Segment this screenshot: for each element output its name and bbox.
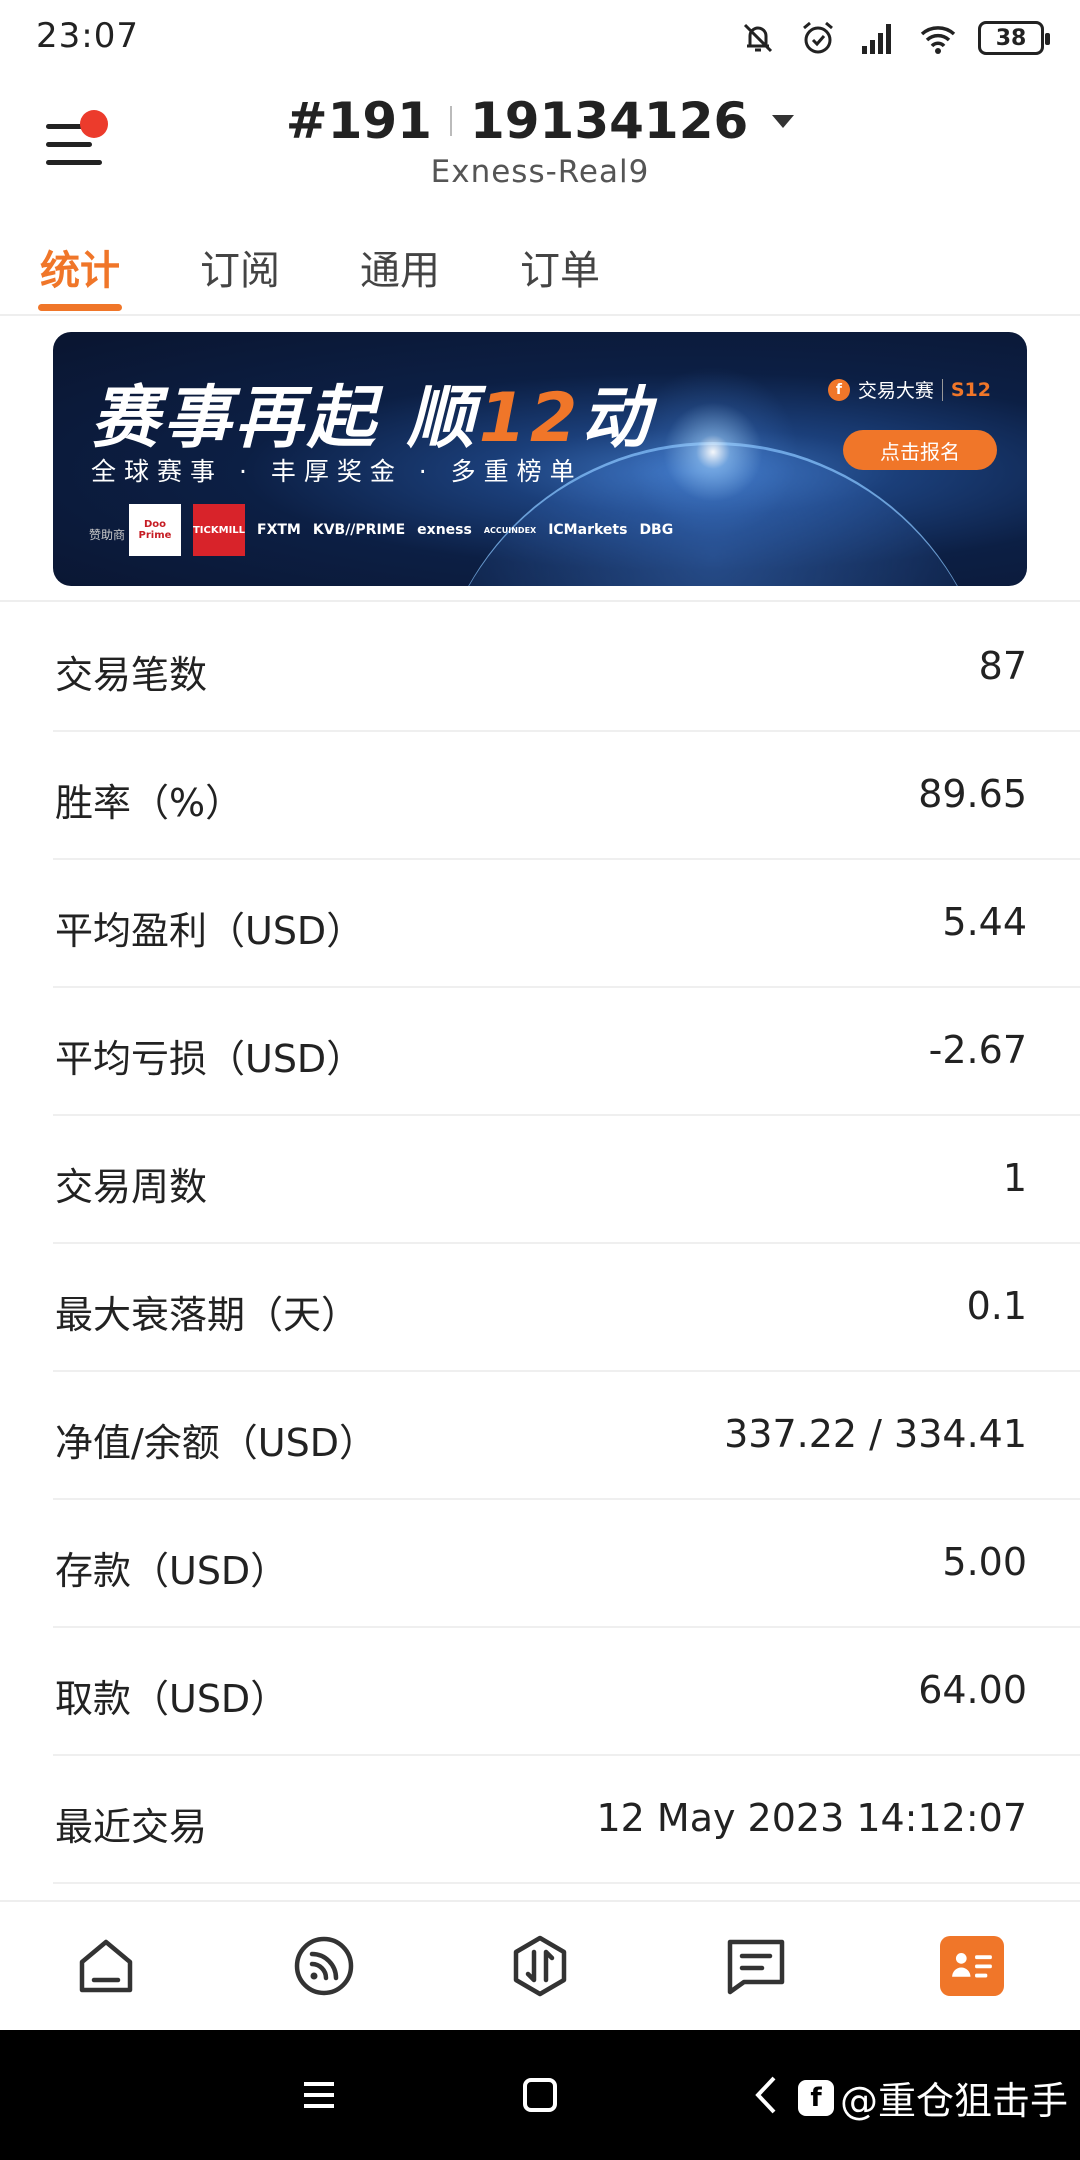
nav-news[interactable]: [720, 1930, 792, 2002]
tab-bar: 统计 订阅 通用 订单: [0, 232, 1080, 312]
watermark-text: @重仓狙击手: [839, 2079, 1068, 2123]
alarm-icon: [803, 21, 833, 54]
stat-row: 交易笔数 87: [53, 604, 1080, 732]
nav-profile[interactable]: [940, 1936, 1004, 1996]
sponsor-logo: ICMarkets: [548, 522, 628, 538]
account-prefix: #191: [285, 92, 432, 150]
nav-home[interactable]: [70, 1930, 142, 2002]
tab-subscribe[interactable]: 订阅: [200, 232, 280, 302]
contest-name: 交易大赛: [857, 380, 934, 402]
server-name: Exness-Real9: [430, 154, 650, 190]
sponsor-logo: TICKMILL: [193, 504, 245, 556]
stat-label: 存款（USD）: [55, 1549, 289, 1593]
sponsor-logos: Doo Prime TICKMILL FXTM KVB//PRIME exnes…: [129, 504, 673, 556]
back-icon[interactable]: [742, 2070, 792, 2120]
stat-value: 5.00: [942, 1540, 1027, 1584]
divider: [0, 314, 1080, 316]
banner-headline-c: 动: [581, 379, 654, 458]
sponsor-logo: KVB//PRIME: [312, 522, 406, 538]
status-icons: 38: [738, 18, 1050, 58]
banner-headline-number: 12: [478, 379, 582, 458]
account-separator: [449, 106, 452, 136]
signup-button[interactable]: 点击报名: [843, 430, 997, 470]
stat-label: 交易笔数: [55, 653, 208, 697]
stat-value: 5.44: [942, 900, 1027, 944]
stat-label: 交易周数: [55, 1165, 208, 1209]
caret-down-icon[interactable]: [772, 114, 795, 128]
account-number: 19134126: [469, 92, 749, 150]
stat-row: 净值/余额（USD） 337.22 / 334.41: [53, 1372, 1080, 1500]
stat-label: 平均亏损（USD）: [55, 1037, 365, 1081]
trade-icon: [513, 1935, 567, 1997]
brand-logo-icon: f: [827, 378, 850, 401]
sponsor-logo: ACCUINDEX: [483, 525, 537, 535]
system-nav-bar: f @重仓狙击手: [0, 2030, 1080, 2160]
watermark: f @重仓狙击手: [797, 2070, 1068, 2125]
tab-stats[interactable]: 统计: [40, 232, 120, 302]
stat-label: 最近交易: [55, 1805, 208, 1849]
feed-icon: [294, 1936, 354, 1996]
watermark-logo-icon: f: [797, 2079, 834, 2116]
divider: [0, 600, 1080, 602]
stat-row: 交易周数 1: [53, 1116, 1080, 1244]
stats-list: 交易笔数 87 胜率（%） 89.65 平均盈利（USD） 5.44 平均亏损（…: [0, 604, 1080, 1884]
sponsor-logo: FXTM: [257, 522, 301, 538]
tab-general[interactable]: 通用: [360, 232, 440, 302]
stat-label: 胜率（%）: [55, 781, 244, 825]
contest-season: S12: [941, 378, 991, 401]
mute-icon: [743, 23, 773, 53]
account-selector[interactable]: #191 19134126: [0, 92, 1080, 150]
stat-row: 取款（USD） 64.00: [53, 1628, 1080, 1756]
stat-label: 平均盈利（USD）: [55, 909, 365, 953]
nav-trade[interactable]: [504, 1930, 576, 2002]
contest-banner[interactable]: 赛事再起 顺12动 全球赛事 · 丰厚奖金 · 多重榜单 赞助商 Doo Pri…: [53, 332, 1027, 586]
status-bar: 23:07 38: [0, 0, 1080, 76]
home-icon: [79, 1939, 133, 1993]
stat-value: 0.1: [966, 1284, 1027, 1328]
stat-row: 平均亏损（USD） -2.67: [53, 988, 1080, 1116]
sponsor-label: 赞助商: [89, 528, 126, 542]
tab-orders[interactable]: 订单: [520, 232, 600, 302]
news-icon: [727, 1939, 785, 1995]
stat-value: 12 May 2023 14:12:07: [596, 1796, 1027, 1840]
sponsor-logo: exness: [417, 522, 472, 538]
bottom-nav: [0, 1900, 1080, 2030]
stat-label: 净值/余额（USD）: [55, 1421, 377, 1465]
profile-card-icon: [952, 1953, 992, 1978]
home-button-icon[interactable]: [515, 2070, 565, 2120]
stat-row: 平均盈利（USD） 5.44: [53, 860, 1080, 988]
stat-row: 最大衰落期（天） 0.1: [53, 1244, 1080, 1372]
active-tab-indicator: [38, 304, 122, 311]
banner-headline-a: 赛事再起 顺: [91, 379, 479, 458]
sponsor-logo: Doo Prime: [129, 504, 181, 556]
battery-icon: 38: [978, 21, 1050, 55]
signal-icon: [862, 24, 891, 54]
banner-headline: 赛事再起 顺12动: [91, 362, 653, 461]
stat-value: -2.67: [928, 1028, 1027, 1072]
sponsor-logo: DBG: [639, 522, 674, 538]
stat-row: 存款（USD） 5.00: [53, 1500, 1080, 1628]
stat-label: 最大衰落期（天）: [55, 1293, 360, 1337]
contest-brand: f 交易大赛 S12: [827, 376, 991, 403]
status-time: 23:07: [36, 16, 139, 56]
stat-value: 337.22 / 334.41: [724, 1412, 1027, 1456]
stat-row: 最近交易 12 May 2023 14:12:07: [53, 1756, 1080, 1884]
stat-value: 64.00: [918, 1668, 1027, 1712]
stat-label: 取款（USD）: [55, 1677, 289, 1721]
nav-feed[interactable]: [288, 1930, 360, 2002]
stat-value: 89.65: [918, 772, 1027, 816]
stat-value: 87: [978, 644, 1027, 688]
wifi-icon: [920, 26, 956, 54]
stat-row: 胜率（%） 89.65: [53, 732, 1080, 860]
recents-icon[interactable]: [294, 2070, 344, 2120]
stat-value: 1: [1002, 1156, 1027, 1200]
banner-subtitle: 全球赛事 · 丰厚奖金 · 多重榜单: [91, 457, 583, 486]
